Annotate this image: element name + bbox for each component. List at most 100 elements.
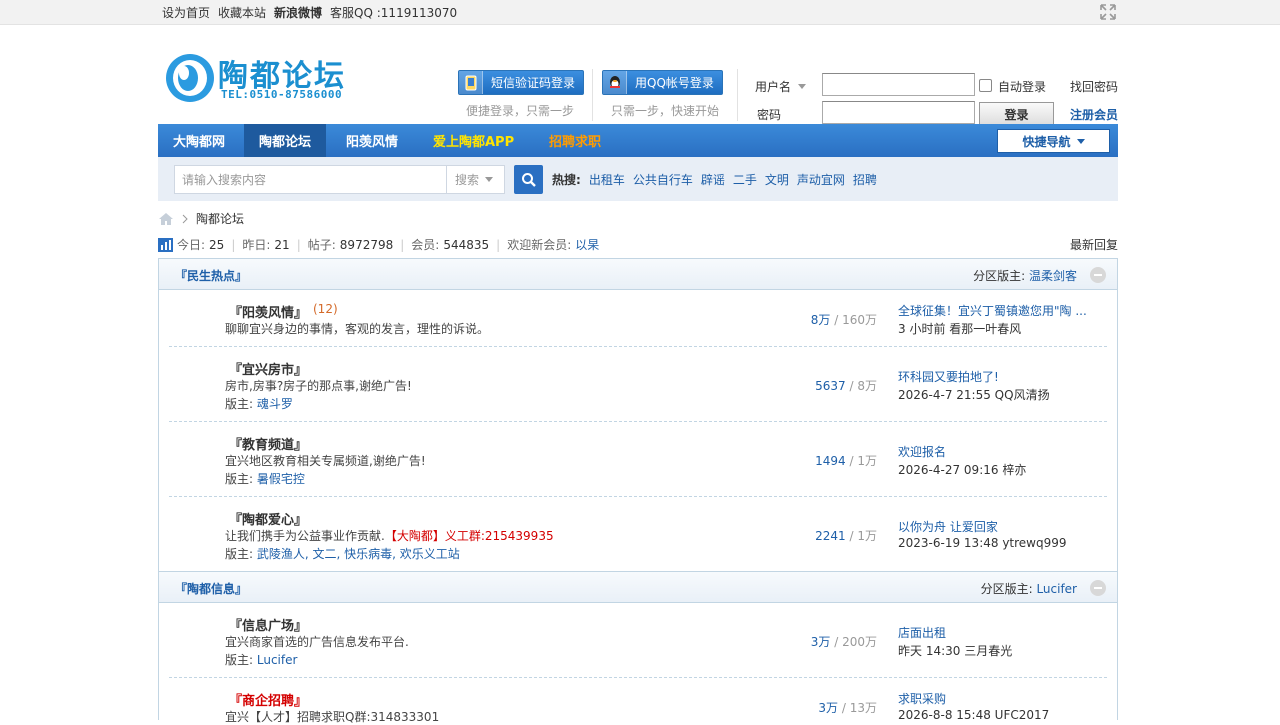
forum-row: 『商企招聘』 宜兴【人才】招聘求职Q群:314833301 3万 / 13万 求… [169,678,1107,724]
members-count: 544835 [443,237,490,252]
latest-reply-link[interactable]: 最新回复 [1070,236,1118,253]
search-input[interactable]: 请输入搜索内容 [174,165,447,194]
site-logo[interactable]: 陶都论坛 TEL:0510-87586000 [164,51,376,105]
collapse-icon[interactable] [1090,267,1106,283]
chevron-down-icon [798,84,807,89]
login-submit-button[interactable]: 登录 [979,102,1054,126]
home-icon[interactable] [158,212,174,226]
section-header: 『陶都信息』 分区版主: Lucifer [158,571,1118,603]
forum-moderators: 版主: 暑假宅控 [225,472,305,486]
last-post-meta: 2026-4-7 21:55 QQ风清扬 [898,388,1050,402]
last-post-meta: 昨天 14:30 三月春光 [898,644,1013,658]
chevron-down-icon [1076,138,1085,144]
thread-count: 5637 [815,379,846,393]
nav-item-jobs[interactable]: 招聘求职 [534,124,616,157]
forum-counts: 1494 / 1万 [815,454,877,468]
last-post-title[interactable]: 以你为舟 让爱回家 [898,518,1098,535]
forum-name[interactable]: 『教育频道』 [229,434,307,453]
yesterday-count: 21 [274,237,290,252]
phone-icon [459,71,483,94]
thread-count: 8万 [810,313,831,327]
forum-name[interactable]: 『阳羡风情』 [229,302,307,321]
hot-search-item[interactable]: 文明 [765,171,789,188]
forum-description: 房市,房事?房子的那点事,谢绝广告! [225,379,412,393]
bookmark-link[interactable]: 收藏本站 [218,4,266,21]
moderator-link[interactable]: Lucifer [1036,582,1077,596]
section-header: 『民生热点』 分区版主: 温柔剑客 [158,258,1118,290]
hot-search-item[interactable]: 二手 [733,171,757,188]
section-title[interactable]: 『陶都信息』 [175,580,247,597]
moderator-link[interactable]: Lucifer [257,653,298,667]
last-post-title[interactable]: 环科园又要拍地了! [898,368,1098,385]
forum-description: 宜兴【人才】招聘求职Q群:314833301 [225,710,440,724]
sms-login-button[interactable]: 短信验证码登录 [458,70,585,95]
hot-search-item[interactable]: 出租车 [589,171,625,188]
nav-item-yangxian[interactable]: 阳羡风情 [331,124,413,157]
forum-description: 聊聊宜兴身边的事情，客观的发言，理性的诉说。 [225,322,490,336]
last-post-title[interactable]: 欢迎报名 [898,443,1098,460]
section-moderators: 分区版主: Lucifer [980,582,1077,596]
forum-name[interactable]: 『信息广场』 [229,615,307,634]
qq-login-subtext: 只需一步，快速开始 [611,104,720,118]
forum-name[interactable]: 『商企招聘』 [229,690,307,709]
register-link[interactable]: 注册会员 [1070,106,1118,123]
forum-description: 让我们携手为公益事业作贡献.【大陶都】义工群:215439935 [225,529,554,543]
search-button[interactable] [514,165,543,194]
forum-row: 『阳羡风情』 (12) 聊聊宜兴身边的事情，客观的发言，理性的诉说。 8万 / … [169,290,1107,347]
post-count: 13万 [849,701,877,715]
forum-moderators: 版主: 武陵渔人, 文二, 快乐病毒, 欢乐义工站 [225,547,460,561]
last-post-title[interactable]: 求职采购 [898,690,1098,707]
set-home-link[interactable]: 设为首页 [162,4,210,21]
volunteer-group-link[interactable]: 【大陶都】义工群:215439935 [385,529,554,543]
post-count: 1万 [857,529,877,543]
forgot-password-link[interactable]: 找回密码 [1070,78,1118,95]
hot-search-item[interactable]: 公共自行车 [633,171,693,188]
moderator-link[interactable]: 魂斗罗 [257,397,293,411]
new-member-link[interactable]: 以杲 [575,236,599,253]
last-post-meta: 2026-4-27 09:16 梓亦 [898,463,1027,477]
nav-item-app[interactable]: 爱上陶都APP [418,124,529,157]
breadcrumb-current[interactable]: 陶都论坛 [196,210,244,227]
hot-search-item[interactable]: 声动宜网 [797,171,845,188]
forum-row: 『信息广场』 宜兴商家首选的广告信息发布平台. 版主: Lucifer 3万 /… [169,603,1107,678]
username-type-select[interactable]: 用户名 [755,78,807,95]
section-body: 『阳羡风情』 (12) 聊聊宜兴身边的事情，客观的发言，理性的诉说。 8万 / … [158,290,1118,571]
moderator-link[interactable]: 温柔剑客 [1029,269,1077,283]
forum-description: 宜兴地区教育相关专属频道,谢绝广告! [225,454,426,468]
forum-counts: 3万 / 200万 [810,635,877,649]
moderator-link[interactable]: 武陵渔人, 文二, 快乐病毒, 欢乐义工站 [257,547,460,561]
last-post-meta: 2023-6-19 13:48 ytrewq999 [898,536,1067,550]
divider [737,69,738,121]
qq-login-button[interactable]: 用QQ帐号登录 [602,70,723,95]
forum-moderators: 版主: 魂斗罗 [225,397,293,411]
forum-row: 『教育频道』 宜兴地区教育相关专属频道,谢绝广告! 版主: 暑假宅控 1494 … [169,422,1107,497]
moderator-link[interactable]: 暑假宅控 [257,472,305,486]
forum-name[interactable]: 『宜兴房市』 [229,359,307,378]
main-nav: 大陶都网 陶都论坛 阳羡风情 爱上陶都APP 招聘求职 快捷导航 [158,124,1118,157]
forum-name[interactable]: 『陶都爱心』 [229,509,307,528]
thread-count: 3万 [810,635,831,649]
last-post-title[interactable]: 全球征集！宜兴丁蜀镇邀您用"陶 ... [898,302,1098,319]
fullscreen-icon[interactable] [1100,4,1116,20]
yesterday-label: 昨日: [242,238,271,252]
last-post-title[interactable]: 店面出租 [898,624,1098,641]
nav-item-home[interactable]: 大陶都网 [158,124,240,157]
forum-today-count: (12) [313,302,338,316]
auto-login-checkbox[interactable] [979,79,992,92]
forum-stats: 今日: 25 | 昨日: 21 | 帖子: 8972798 | 会员: 5448… [158,236,599,253]
hot-search-item[interactable]: 辟谣 [701,171,725,188]
posts-count: 8972798 [339,237,394,252]
hot-search-item[interactable]: 招聘 [853,171,877,188]
collapse-icon[interactable] [1090,580,1106,596]
thread-count: 1494 [815,454,846,468]
weibo-link[interactable]: 新浪微博 [274,4,322,21]
qq-penguin-icon [603,71,627,94]
username-input[interactable] [822,73,975,96]
quick-nav-button[interactable]: 快捷导航 [997,129,1110,153]
nav-item-forum[interactable]: 陶都论坛 [244,124,327,157]
section-title[interactable]: 『民生热点』 [175,267,247,284]
search-type-select[interactable]: 搜索 [446,165,505,194]
search-icon [521,172,536,187]
forum-row: 『宜兴房市』 房市,房事?房子的那点事,谢绝广告! 版主: 魂斗罗 5637 /… [169,347,1107,422]
password-input[interactable] [822,101,975,124]
